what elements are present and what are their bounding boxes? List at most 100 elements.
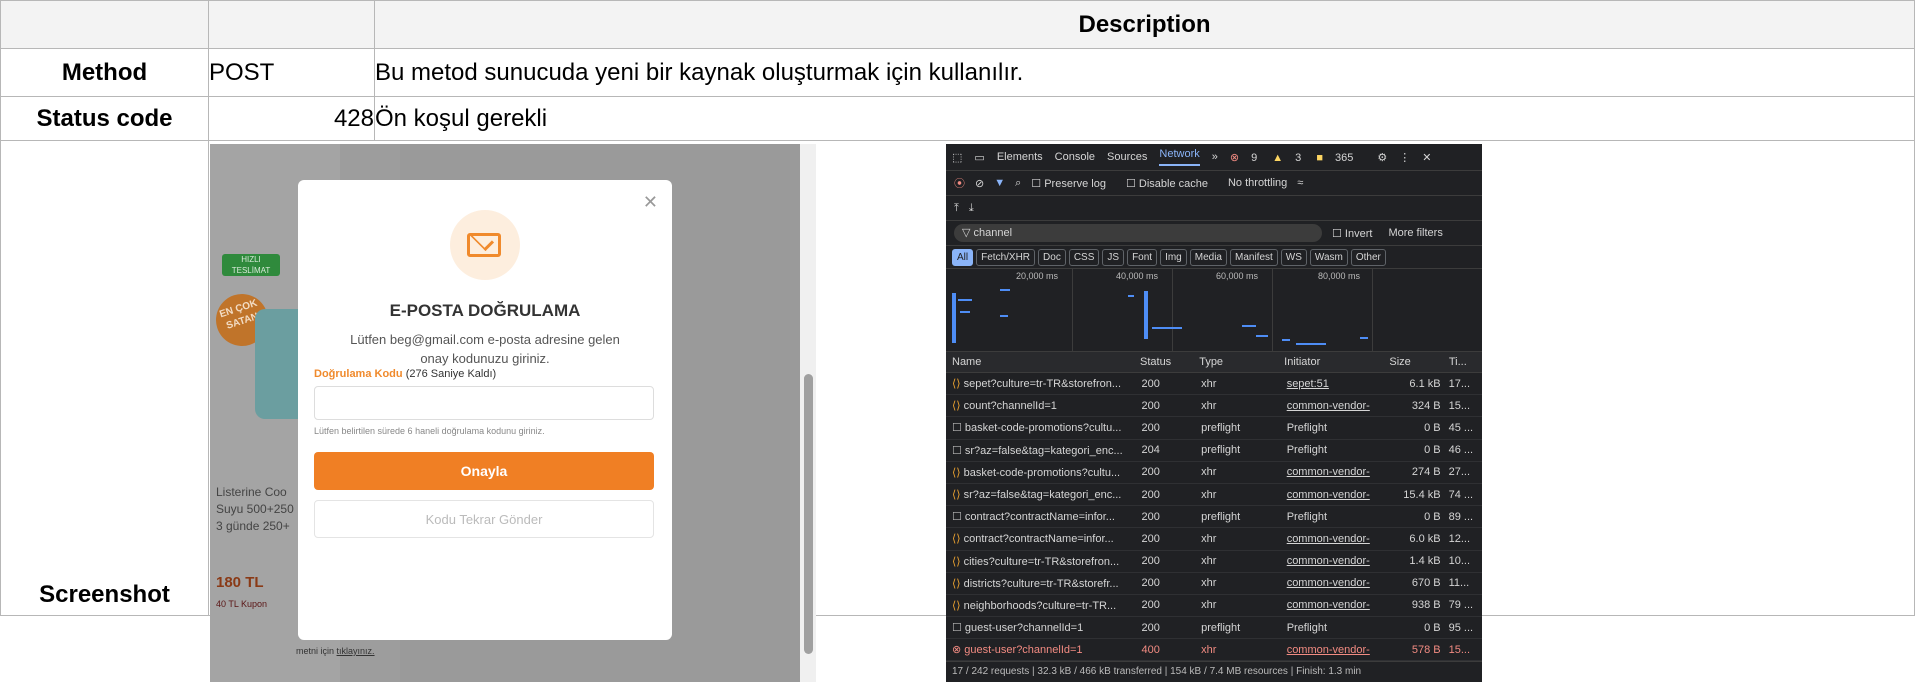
table-row[interactable]: ⟨⟩ districts?culture=tr-TR&storefr... 200 x… — [946, 573, 1482, 595]
request-type-text: xhr — [1201, 577, 1217, 590]
col-size[interactable]: Size — [1385, 356, 1445, 368]
table-row[interactable]: ☐ contract?contractName=infor... 200 prefli… — [946, 506, 1482, 529]
resend-code-button[interactable]: Kodu Tekrar Gönder — [314, 500, 654, 538]
request-initiator: common-vendor- — [1283, 577, 1389, 589]
tab-console[interactable]: Console — [1055, 151, 1095, 163]
type-fetch-xhr[interactable]: Fetch/XHR — [976, 248, 1036, 266]
method-description[interactable]: Bu metod sunucuda yeni bir kaynak oluştu… — [374, 48, 1915, 97]
error-count[interactable]: ⊗ 9 ▲ 3 ■ 365 — [1230, 151, 1366, 164]
envelope-icon — [450, 210, 520, 280]
table-row[interactable]: ⟨⟩ sepet?culture=tr-TR&storefron... 200 xhr… — [946, 373, 1482, 396]
type-manifest[interactable]: Manifest — [1230, 248, 1278, 266]
xhr-icon: ⟨⟩ — [952, 599, 961, 612]
header-empty-cell[interactable] — [208, 0, 375, 49]
close-icon[interactable]: ✕ — [643, 192, 658, 213]
filter-input[interactable]: ▽ channel — [954, 224, 1322, 242]
request-initiator-text: sepet:51 — [1286, 377, 1329, 390]
type-media[interactable]: Media — [1189, 248, 1227, 266]
throttling-select[interactable]: No throttling — [1228, 177, 1287, 189]
request-type: preflight — [1197, 444, 1283, 456]
request-name-text: contract?contractName=infor... — [963, 533, 1114, 546]
table-row[interactable]: ⊗ guest-user?channelId=1 400 xhr common-vend… — [946, 639, 1482, 662]
table-row[interactable]: ☐ basket-code-promotions?cultu... 200 prefl… — [946, 417, 1482, 440]
table-row[interactable]: ⟨⟩ count?channelId=1 200 xhr common-vendor- 3… — [946, 395, 1482, 418]
inspect-icon[interactable]: ⬚ — [952, 151, 962, 164]
request-name: ⟨⟩ basket-code-promotions?cultu... — [946, 466, 1137, 479]
request-time: 95 ... — [1445, 622, 1482, 634]
download-icon[interactable]: ⤓ — [969, 202, 974, 215]
upload-icon[interactable]: ⤒ — [954, 202, 959, 215]
confirm-button[interactable]: Onayla — [314, 452, 654, 490]
type-js[interactable]: JS — [1102, 248, 1125, 266]
col-time[interactable]: Ti... — [1445, 356, 1482, 368]
col-status[interactable]: Status — [1136, 356, 1195, 368]
table-row[interactable]: ☐ guest-user?channelId=1 200 preflight Prefl… — [946, 617, 1482, 640]
web-scrollbar[interactable] — [800, 144, 816, 682]
request-size: 324 B — [1389, 400, 1445, 412]
method-label[interactable]: Method — [0, 48, 209, 97]
status-code-label[interactable]: Status code — [0, 96, 209, 141]
request-type-text: xhr — [1201, 599, 1217, 612]
table-row[interactable]: ⟨⟩ basket-code-promotions?cultu... 200 xhr c… — [946, 462, 1482, 484]
table-row[interactable]: ⟨⟩ cities?culture=tr-TR&storefron... 200 xh… — [946, 551, 1482, 573]
screenshot-label[interactable]: Screenshot — [0, 140, 209, 616]
tab-network[interactable]: Network — [1159, 148, 1200, 166]
clear-icon[interactable]: ⊘ — [975, 177, 984, 190]
tab-elements[interactable]: Elements — [997, 151, 1043, 163]
product-volume: Suyu 500+250 — [216, 502, 294, 516]
close-icon[interactable]: ✕ — [1422, 151, 1431, 164]
search-icon[interactable]: ⌕ — [1015, 177, 1021, 190]
request-initiator: Preflight — [1283, 622, 1389, 634]
type-ws[interactable]: WS — [1280, 248, 1307, 266]
settings-icon[interactable]: ⚙ — [1377, 151, 1387, 164]
web-scrollbar-thumb[interactable] — [804, 374, 813, 654]
network-timeline[interactable]: 20,000 ms 40,000 ms 60,000 ms 80,000 ms — [946, 269, 1482, 352]
footer-prefix: metni için — [296, 646, 335, 656]
tab-sources[interactable]: Sources — [1107, 151, 1147, 163]
method-value[interactable]: POST — [208, 48, 375, 97]
kebab-menu-icon[interactable]: ⋮ — [1399, 151, 1410, 164]
request-type-text: xhr — [1201, 466, 1217, 479]
request-time-text: 45 ... — [1448, 421, 1474, 434]
table-row[interactable]: ⟨⟩ contract?contractName=infor... 200 xhr co… — [946, 528, 1482, 551]
invert-checkbox[interactable]: ☐ Invert — [1332, 227, 1372, 240]
table-row[interactable]: ⟨⟩ neighborhoods?culture=tr-TR... 200 xhr co… — [946, 595, 1482, 618]
requests-header: Name Status Type Initiator Size Ti... — [946, 352, 1482, 373]
more-tabs-icon[interactable]: » — [1212, 151, 1218, 163]
type-filter-bar: All Fetch/XHR Doc CSS JS Font Img Media … — [946, 246, 1482, 269]
request-status-text: 200 — [1141, 510, 1160, 523]
filter-icon[interactable]: ▼ — [994, 177, 1005, 189]
device-icon[interactable]: ▭ — [974, 151, 984, 164]
request-time: 74 ... — [1445, 489, 1482, 501]
disable-cache-checkbox[interactable]: ☐ Disable cache — [1126, 177, 1218, 190]
request-size-text: 6.1 kB — [1409, 377, 1441, 390]
footer-link[interactable]: tıklayınız. — [337, 646, 375, 656]
description-header[interactable]: Description — [374, 0, 1915, 49]
type-css[interactable]: CSS — [1068, 248, 1100, 266]
request-status-text: 400 — [1141, 643, 1160, 656]
more-filters-dropdown[interactable]: More filters — [1388, 227, 1442, 239]
type-img[interactable]: Img — [1160, 248, 1187, 266]
type-other[interactable]: Other — [1350, 248, 1386, 266]
table-row[interactable]: ⟨⟩ sr?az=false&tag=kategori_enc... 200 xhr c… — [946, 484, 1482, 507]
verification-code-input[interactable] — [314, 386, 654, 420]
type-wasm[interactable]: Wasm — [1309, 248, 1348, 266]
col-initiator[interactable]: Initiator — [1280, 356, 1385, 368]
corner-cell[interactable] — [0, 0, 209, 49]
type-all[interactable]: All — [952, 248, 974, 266]
modal-title: E-POSTA DOĞRULAMA — [389, 301, 581, 320]
request-status-text: 200 — [1141, 555, 1160, 568]
preserve-log-checkbox[interactable]: ☐ Preserve log — [1031, 177, 1116, 190]
type-doc[interactable]: Doc — [1038, 248, 1066, 266]
record-icon[interactable]: ⦿ — [954, 175, 965, 191]
wifi-icon[interactable]: ≈ — [1297, 177, 1303, 189]
network-toolbar: ⦿ ⊘ ▼ ⌕ ☐ Preserve log ☐ Disable cache N… — [946, 171, 1482, 196]
table-row[interactable]: ☐ sr?az=false&tag=kategori_enc... 204 prefl… — [946, 440, 1482, 462]
type-font[interactable]: Font — [1127, 248, 1158, 266]
col-name[interactable]: Name — [946, 356, 1136, 368]
request-time-text: 27... — [1448, 466, 1471, 479]
col-type[interactable]: Type — [1195, 356, 1280, 368]
status-code-description[interactable]: Ön koşul gerekli — [374, 96, 1915, 141]
status-code-value[interactable]: 428 — [208, 96, 375, 141]
request-status-text: 200 — [1141, 488, 1160, 501]
